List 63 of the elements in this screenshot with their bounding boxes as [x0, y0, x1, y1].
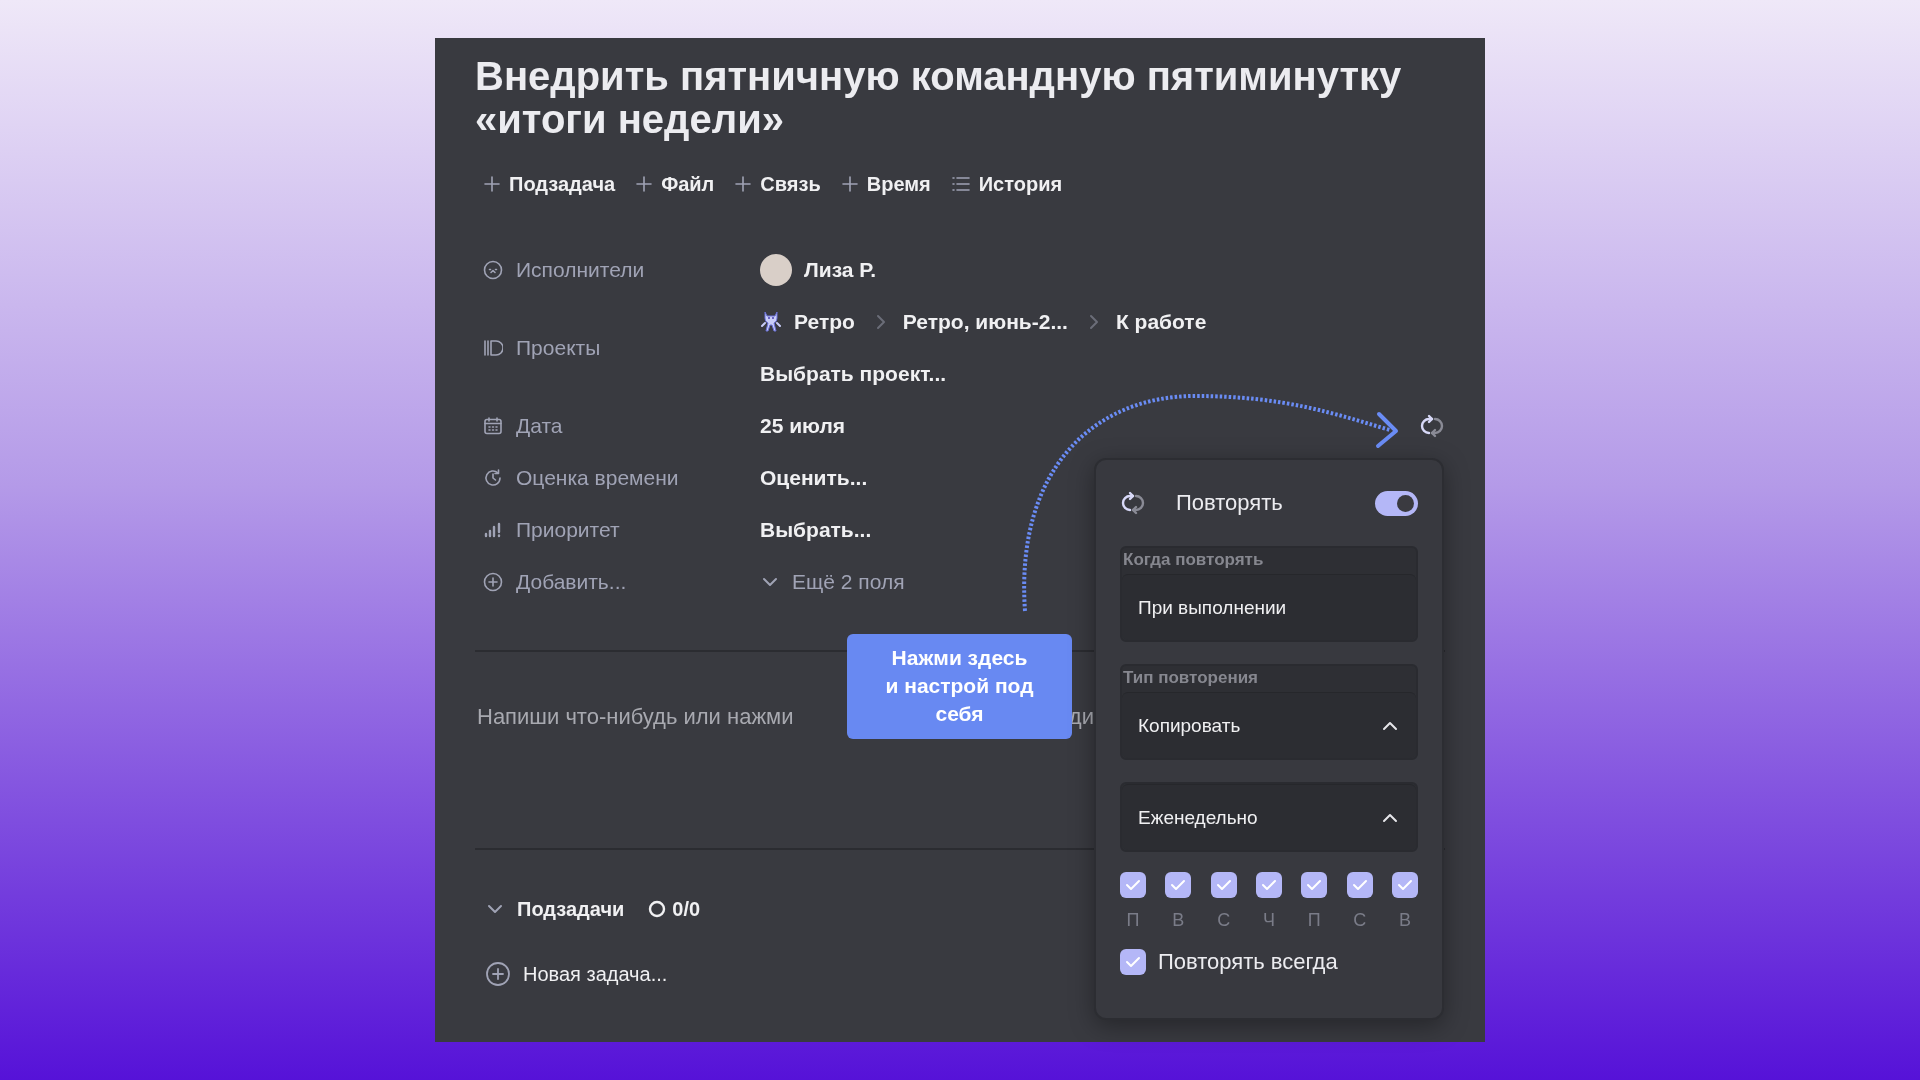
- clock-refresh-icon: [483, 468, 503, 488]
- subtask-count: 0/0: [672, 897, 701, 921]
- day-label: В: [1398, 910, 1411, 931]
- field-caption: Тип повторения: [1122, 667, 1260, 689]
- assignee-name[interactable]: Лиза Р.: [804, 258, 876, 282]
- day-label: Ч: [1263, 910, 1275, 931]
- board-icon: [483, 338, 503, 358]
- field-label: Дата: [516, 414, 563, 438]
- breadcrumb-link[interactable]: Ретро, июнь-2...: [902, 310, 1068, 334]
- hint-tooltip: Нажми здесь и настрой под себя: [847, 634, 1072, 739]
- field-value[interactable]: 25 июля: [760, 414, 846, 438]
- breadcrumb-link[interactable]: К работе: [1115, 310, 1207, 334]
- plus-circle-icon: [485, 961, 511, 987]
- editor-placeholder: Напиши что-нибудь или нажми: [477, 704, 794, 730]
- popup-title: Повторять: [1176, 490, 1283, 516]
- action-button[interactable]: Время: [840, 172, 931, 196]
- field-label: Исполнители: [516, 258, 645, 282]
- day-label: В: [1172, 910, 1185, 931]
- repeat-icon: [1120, 491, 1146, 515]
- avatar: [760, 254, 792, 286]
- action-button[interactable]: Файл: [635, 172, 715, 196]
- plus-icon: [635, 175, 654, 193]
- field-label: Проекты: [516, 336, 601, 360]
- new-task-link[interactable]: Новая задача...: [523, 962, 668, 986]
- plus-icon: [483, 175, 501, 193]
- checkbox-label: Повторять всегда: [1158, 949, 1338, 975]
- list-icon: [950, 174, 971, 194]
- action-button[interactable]: Связь: [734, 172, 821, 196]
- calendar-icon: [483, 416, 503, 436]
- progress-ring-icon: [648, 900, 667, 918]
- field-label: Приоритет: [516, 518, 620, 542]
- field-caption: Когда повторять: [1122, 549, 1265, 571]
- plus-circle-icon: [483, 572, 503, 592]
- subtasks-title[interactable]: Подзадачи: [517, 897, 625, 921]
- more-fields-link[interactable]: Ещё 2 поля: [792, 570, 905, 594]
- field-label: Добавить...: [516, 570, 627, 594]
- day-checkbox[interactable]: [1210, 872, 1237, 898]
- day-label: П: [1126, 910, 1140, 931]
- action-button[interactable]: Подзадача: [483, 172, 616, 196]
- field-label: Оценка времени: [516, 466, 679, 490]
- field-value[interactable]: Выбрать...: [760, 518, 872, 542]
- field-value[interactable]: Оценить...: [760, 466, 868, 490]
- day-checkbox[interactable]: [1165, 872, 1192, 898]
- day-checkbox[interactable]: [1256, 872, 1282, 898]
- day-label: П: [1307, 910, 1321, 931]
- repeat-toggle[interactable]: [1375, 490, 1418, 516]
- select-project-link[interactable]: Выбрать проект...: [760, 362, 947, 386]
- checkbox[interactable]: [1120, 949, 1146, 975]
- day-label: С: [1353, 910, 1367, 931]
- day-checkbox[interactable]: [1346, 872, 1373, 898]
- bars-icon: [483, 520, 503, 540]
- day-checkbox[interactable]: [1120, 872, 1146, 898]
- day-checkbox[interactable]: [1391, 872, 1418, 898]
- plus-icon: [734, 175, 753, 193]
- day-label: С: [1217, 910, 1231, 931]
- cat-figure-icon: [760, 310, 782, 334]
- action-button[interactable]: История: [950, 172, 1063, 196]
- plus-icon: [840, 175, 859, 193]
- breadcrumb-link[interactable]: Ретро: [794, 310, 855, 334]
- user-circle-icon: [483, 260, 503, 280]
- task-title: Внедрить пятничную командную пятиминутку «итоги недели»: [475, 55, 1403, 141]
- day-checkbox[interactable]: [1301, 872, 1328, 898]
- repeat-button[interactable]: [1419, 414, 1445, 438]
